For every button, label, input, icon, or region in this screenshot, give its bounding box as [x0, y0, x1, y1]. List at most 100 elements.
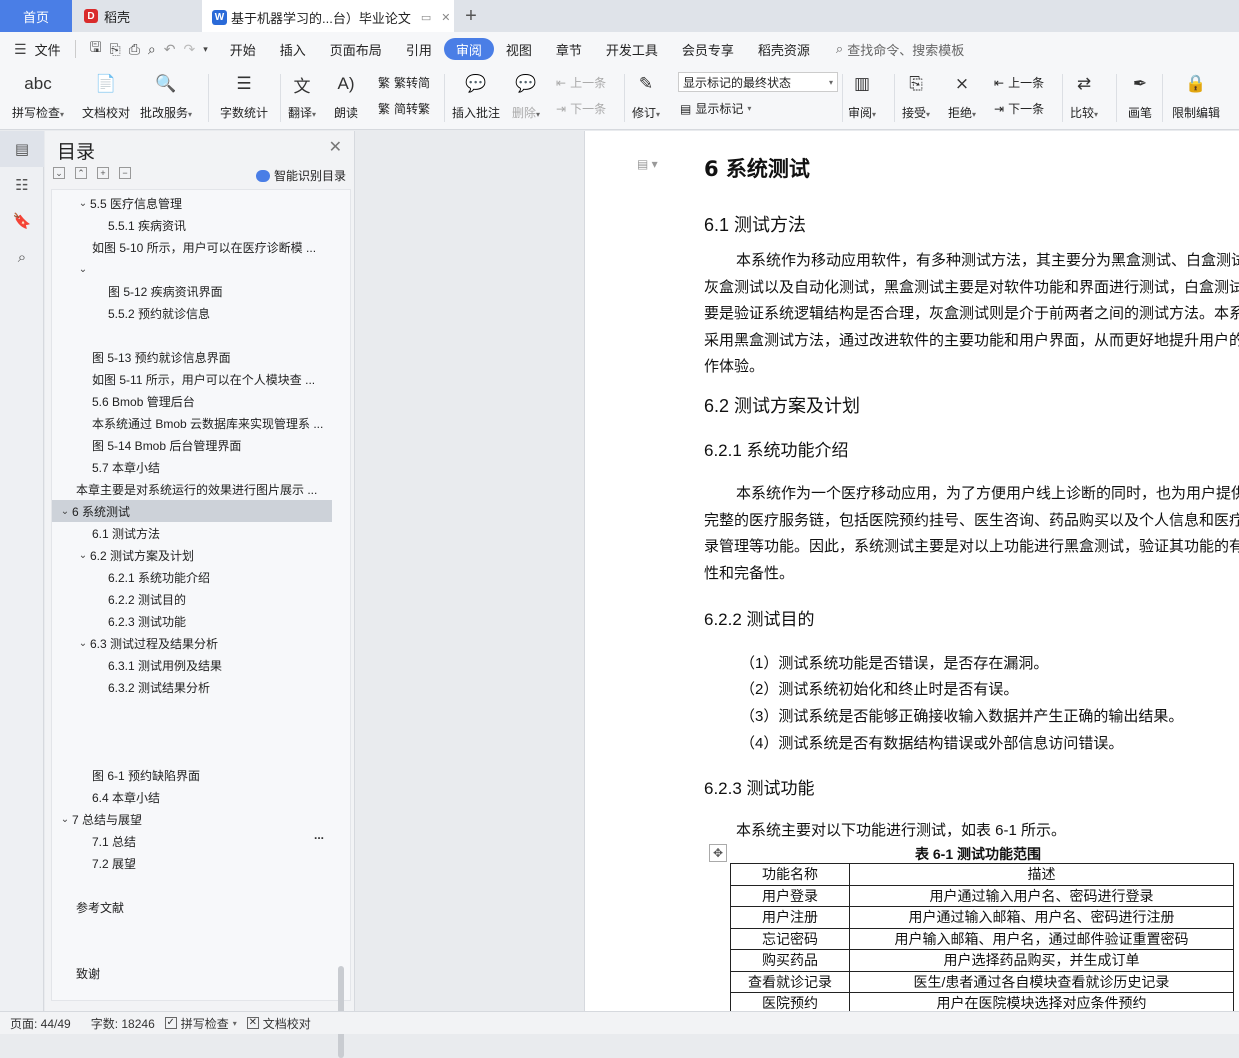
command-search[interactable]: ⌕ 查找命令、搜索模板: [836, 40, 964, 59]
chevron-down-icon[interactable]: ▾: [203, 44, 208, 55]
toc-item[interactable]: 6.2.2 测试目的: [52, 588, 342, 610]
pen-button[interactable]: ✒ 画笔: [1126, 70, 1154, 121]
tab-review[interactable]: 审阅: [443, 38, 494, 60]
tab-chapter[interactable]: 章节: [544, 38, 594, 60]
tab-home[interactable]: 首页: [0, 0, 72, 32]
move-table-icon[interactable]: ✥: [709, 844, 727, 862]
tab-daoke[interactable]: D 稻壳: [72, 0, 202, 32]
next-comment-button[interactable]: ⇥ 下一条: [556, 100, 606, 117]
toc-item[interactable]: ⌄ 7 总结与展望: [52, 808, 342, 830]
toc-item[interactable]: 6.2.1 系统功能介绍: [52, 566, 342, 588]
close-icon[interactable]: ✕: [329, 137, 342, 157]
trad-to-simp-button[interactable]: 繁繁转简: [378, 74, 430, 91]
close-icon[interactable]: ✕: [441, 11, 450, 24]
file-menu[interactable]: 文件: [35, 40, 61, 59]
proof-status[interactable]: ✕ 文档校对: [246, 1015, 311, 1032]
tab-reference[interactable]: 引用: [394, 38, 444, 60]
toc-panel-icon[interactable]: ▤: [0, 131, 44, 167]
review-pane-button[interactable]: ▥ 审阅▾: [848, 70, 876, 121]
print-icon[interactable]: ⎙: [129, 41, 140, 58]
compare-button[interactable]: ⇄ 比较▾: [1070, 70, 1098, 121]
correction-service-button[interactable]: 🔍 批改服务▾: [140, 70, 192, 121]
page-indicator[interactable]: 页面: 44/49: [10, 1015, 71, 1032]
toc-item[interactable]: 6.1 测试方法: [52, 522, 342, 544]
read-aloud-button[interactable]: A) 朗读: [332, 70, 360, 121]
toc-item[interactable]: 6.4 本章小结: [52, 786, 342, 808]
monitor-icon[interactable]: ▭: [421, 11, 431, 24]
chevron-down-icon[interactable]: ⌄: [76, 264, 90, 275]
toc-item[interactable]: ⌄ 6.3 测试过程及结果分析: [52, 632, 342, 654]
bookmark-icon[interactable]: 🔖: [0, 203, 44, 239]
collapse-icon[interactable]: ⌄: [53, 167, 65, 179]
toc-item[interactable]: 7.2 展望: [52, 852, 342, 874]
toc-item[interactable]: 6.3.1 测试用例及结果: [52, 654, 342, 676]
chapter-nav-icon[interactable]: ☷: [0, 167, 44, 203]
reject-button[interactable]: ⨯ 拒绝▾: [948, 70, 976, 121]
toc-item[interactable]: 如图 5-11 所示，用户可以在个人模块查 ...: [52, 368, 342, 390]
chevron-down-icon[interactable]: ⌄: [76, 550, 90, 561]
toc-item[interactable]: 图 5-12 疾病资讯界面: [52, 280, 342, 302]
hamburger-icon[interactable]: ☰: [14, 41, 27, 58]
document-page[interactable]: ▤ ▾ 6 系统测试 6.1 测试方法 本系统作为移动应用软件，有多种测试方法，…: [584, 131, 1239, 1011]
toc-item[interactable]: 参考文献: [52, 896, 342, 918]
preview-icon[interactable]: ⌕: [148, 41, 156, 58]
tab-member[interactable]: 会员专享: [670, 38, 746, 60]
tab-insert[interactable]: 插入: [268, 38, 318, 60]
toc-item[interactable]: 6.2.3 测试功能: [52, 610, 342, 632]
toc-item[interactable]: 图 6-1 预约缺陷界面: [52, 764, 342, 786]
toc-item[interactable]: 7.1 总结: [52, 830, 342, 852]
tab-start[interactable]: 开始: [218, 38, 268, 60]
prev-change-button[interactable]: ⇤ 上一条: [994, 74, 1044, 91]
more-icon[interactable]: ...: [314, 828, 324, 842]
toc-item[interactable]: 如图 5-10 所示，用户可以在医疗诊断模 ...: [52, 236, 342, 258]
smart-toc-button[interactable]: 智能识别目录: [255, 167, 346, 184]
word-count-button[interactable]: ☰ 字数统计: [220, 70, 268, 121]
expand-icon[interactable]: ⌃: [75, 167, 87, 179]
simp-to-trad-button[interactable]: 繁简转繁: [378, 100, 430, 117]
toc-item[interactable]: 图 5-14 Bmob 后台管理界面: [52, 434, 342, 456]
tab-layout[interactable]: 页面布局: [318, 38, 394, 60]
toc-item-selected[interactable]: ⌄ 6 系统测试: [52, 500, 332, 522]
page-menu-icon[interactable]: ▤ ▾: [637, 157, 658, 171]
toc-item[interactable]: 5.7 本章小结: [52, 456, 342, 478]
delete-comment-button[interactable]: 💬 删除▾: [512, 70, 540, 121]
word-count[interactable]: 字数: 18246: [91, 1015, 155, 1032]
export-icon[interactable]: ⎘: [110, 41, 121, 58]
redo-icon[interactable]: ↷: [184, 41, 196, 58]
chevron-down-icon[interactable]: ⌄: [58, 814, 72, 825]
toc-item[interactable]: 6.3.2 测试结果分析: [52, 676, 342, 698]
restrict-edit-button[interactable]: 🔒 限制编辑: [1172, 70, 1220, 121]
toc-item[interactable]: 5.5.2 预约就诊信息: [52, 302, 342, 324]
undo-icon[interactable]: ↶: [164, 41, 176, 58]
tab-document[interactable]: W 基于机器学习的...台）毕业论文 ▭ ✕: [202, 0, 454, 32]
translate-button[interactable]: 文翻译▾: [288, 70, 316, 121]
toc-item[interactable]: 致谢: [52, 962, 342, 984]
minus-icon[interactable]: −: [119, 167, 131, 179]
toc-item[interactable]: 本系统通过 Bmob 云数据库来实现管理系 ...: [52, 412, 342, 434]
toc-item[interactable]: ⌄ 5.5 医疗信息管理: [52, 192, 342, 214]
chevron-down-icon[interactable]: ⌄: [76, 198, 90, 209]
search-icon[interactable]: ⌕: [0, 239, 44, 275]
markup-state-select[interactable]: 显示标记的最终状态 ▾: [678, 72, 838, 92]
track-changes-button[interactable]: ✎ 修订▾: [632, 70, 660, 121]
document-proof-button[interactable]: 📄 文档校对: [82, 70, 130, 121]
toc-item[interactable]: ⌄ 6.2 测试方案及计划: [52, 544, 342, 566]
toc-item[interactable]: 图 5-13 预约就诊信息界面: [52, 346, 342, 368]
prev-comment-button[interactable]: ⇤ 上一条: [556, 74, 606, 91]
spell-check-button[interactable]: abc 拼写检查▾: [12, 70, 64, 121]
plus-icon[interactable]: +: [97, 167, 109, 179]
tab-resources[interactable]: 稻壳资源: [746, 38, 822, 60]
insert-comment-button[interactable]: 💬 插入批注: [452, 70, 500, 121]
accept-button[interactable]: ⎘ 接受▾: [902, 70, 930, 121]
toc-item[interactable]: 本章主要是对系统运行的效果进行图片展示 ...: [52, 478, 342, 500]
show-markup-button[interactable]: ▤ 显示标记 ▾: [680, 100, 751, 117]
tab-developer[interactable]: 开发工具: [594, 38, 670, 60]
chevron-down-icon[interactable]: ⌄: [76, 638, 90, 649]
toc-item[interactable]: 5.5.1 疾病资讯: [52, 214, 342, 236]
toc-item[interactable]: ⌄: [52, 258, 342, 280]
tab-view[interactable]: 视图: [494, 38, 544, 60]
next-change-button[interactable]: ⇥ 下一条: [994, 100, 1044, 117]
spell-check-status[interactable]: ✓ 拼写检查 ▾: [164, 1015, 237, 1032]
save-icon[interactable]: 🖫: [90, 37, 102, 61]
toc-item[interactable]: 5.6 Bmob 管理后台: [52, 390, 342, 412]
